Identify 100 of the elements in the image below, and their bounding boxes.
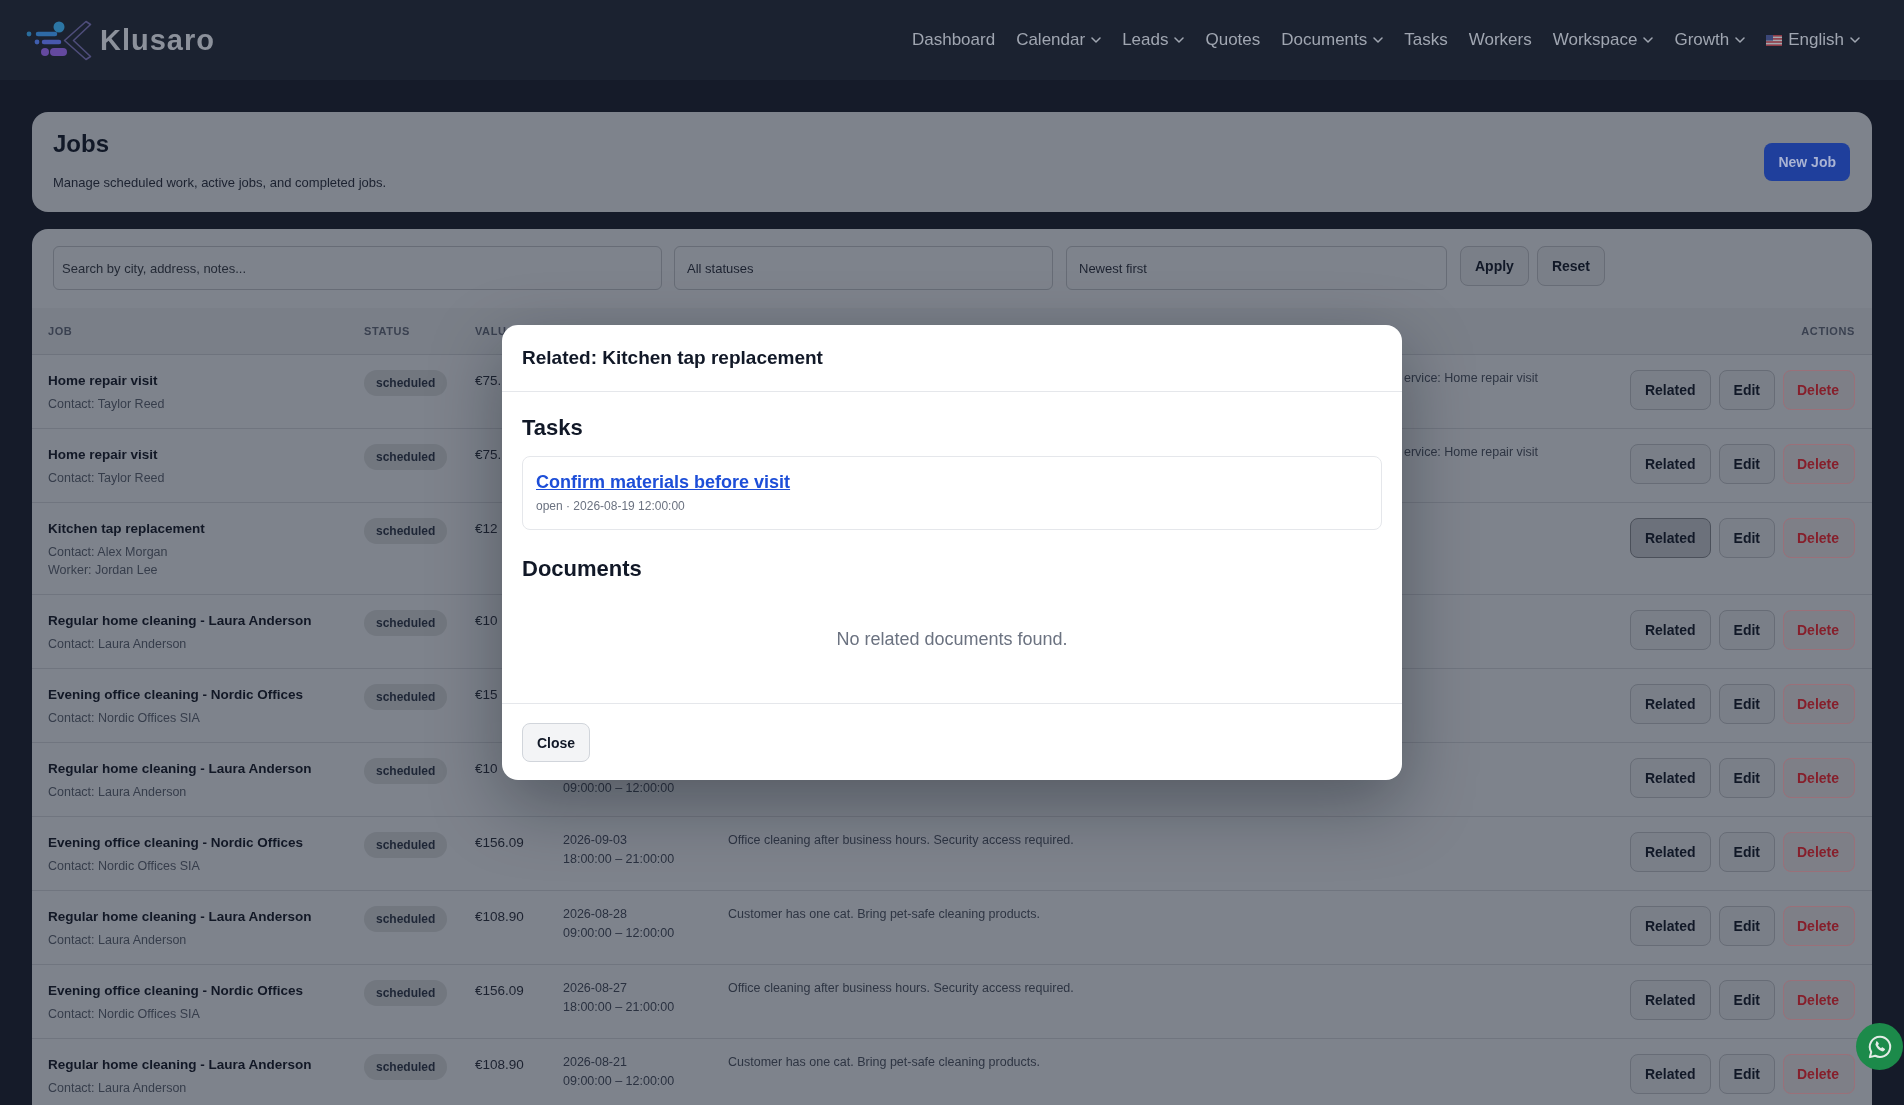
contact-text: Contact: Laura Anderson — [48, 784, 187, 801]
related-button[interactable]: Related — [1629, 518, 1711, 558]
job-value: €10 — [475, 760, 498, 778]
schedule-date: 2026-08-21 — [563, 1054, 627, 1071]
contact-text: Contact: Alex Morgan — [48, 544, 168, 561]
task-link[interactable]: Confirm materials before visit — [536, 470, 791, 494]
delete-button[interactable]: Delete — [1783, 980, 1855, 1020]
job-value: €10 — [475, 612, 498, 630]
edit-button[interactable]: Edit — [1718, 906, 1775, 946]
status-filter-select[interactable]: All statuses — [674, 246, 1053, 290]
related-button[interactable]: Related — [1629, 832, 1711, 872]
delete-button[interactable]: Delete — [1783, 444, 1855, 484]
contact-text: Contact: Taylor Reed — [48, 396, 165, 413]
nav-link[interactable]: Growth — [1674, 30, 1746, 50]
job-title: Evening office cleaning - Nordic Offices — [48, 834, 304, 852]
job-title: Regular home cleaning - Laura Anderson — [48, 908, 312, 926]
status-badge: scheduled — [364, 610, 448, 636]
nav-link[interactable]: Calendar — [1016, 30, 1102, 50]
column-header: JOB — [48, 325, 73, 337]
nav-link[interactable]: Leads — [1122, 30, 1185, 50]
related-button[interactable]: Related — [1629, 980, 1711, 1020]
close-button[interactable]: Close — [522, 723, 591, 762]
job-title: Regular home cleaning - Laura Anderson — [48, 1056, 312, 1074]
job-value: €75. — [475, 372, 502, 390]
nav-link[interactable]: Workspace — [1552, 30, 1654, 50]
delete-button[interactable]: Delete — [1783, 610, 1855, 650]
related-button[interactable]: Related — [1629, 444, 1711, 484]
schedule-time: 18:00:00 – 21:00:00 — [563, 851, 675, 868]
status-badge: scheduled — [364, 906, 448, 932]
apply-button[interactable]: Apply — [1460, 246, 1529, 286]
notes-text: ervice: Home repair visit — [1404, 370, 1539, 387]
column-header: ACTIONS — [1801, 325, 1855, 337]
delete-button[interactable]: Delete — [1783, 758, 1855, 798]
language-menu[interactable]: English — [1766, 30, 1860, 50]
notes-text: Office cleaning after business hours. Security access required. — [728, 980, 1074, 997]
empty-state-text: No related documents found. — [836, 628, 1068, 651]
delete-button[interactable]: Delete — [1783, 906, 1855, 946]
edit-button[interactable]: Edit — [1718, 980, 1775, 1020]
contact-text: Contact: Nordic Offices SIA — [48, 858, 200, 875]
logo-icon — [26, 19, 92, 61]
delete-button[interactable]: Delete — [1783, 832, 1855, 872]
edit-button[interactable]: Edit — [1718, 610, 1775, 650]
job-title: Evening office cleaning - Nordic Offices — [48, 982, 304, 1000]
edit-button[interactable]: Edit — [1718, 370, 1775, 410]
search-field[interactable]: Search by city, address, notes... — [53, 246, 662, 290]
edit-button[interactable]: Edit — [1718, 758, 1775, 798]
job-title: Evening office cleaning - Nordic Offices — [48, 686, 304, 704]
job-value: €108.90 — [475, 1056, 524, 1074]
nav-link[interactable]: Workers — [1468, 30, 1532, 50]
contact-text: Contact: Laura Anderson — [48, 1080, 187, 1097]
schedule-date: 2026-09-03 — [563, 832, 627, 849]
delete-button[interactable]: Delete — [1783, 518, 1855, 558]
contact-text: Contact: Taylor Reed — [48, 470, 165, 487]
nav-link[interactable]: Dashboard — [911, 30, 996, 50]
column-header: VALU — [475, 325, 507, 337]
job-value: €12 — [475, 520, 498, 538]
column-header: STATUS — [364, 325, 410, 337]
edit-button[interactable]: Edit — [1718, 1054, 1775, 1094]
status-badge: scheduled — [364, 980, 448, 1006]
nav-link[interactable]: Quotes — [1205, 30, 1261, 50]
edit-button[interactable]: Edit — [1718, 832, 1775, 872]
nav-link[interactable]: Tasks — [1404, 30, 1448, 50]
related-button[interactable]: Related — [1629, 684, 1711, 724]
job-title: Regular home cleaning - Laura Anderson — [48, 612, 312, 630]
page-subtitle: Manage scheduled work, active jobs, and completed jobs. — [53, 175, 387, 191]
worker-text: Worker: Jordan Lee — [48, 562, 158, 579]
job-value: €156.09 — [475, 982, 524, 1000]
edit-button[interactable]: Edit — [1718, 518, 1775, 558]
status-badge: scheduled — [364, 1054, 448, 1080]
section-heading: Tasks — [522, 414, 583, 442]
dialog-title: Related: Kitchen tap replacement — [522, 346, 823, 370]
delete-button[interactable]: Delete — [1783, 1054, 1855, 1094]
job-value: €15 — [475, 686, 498, 704]
notes-text: Customer has one cat. Bring pet-safe cleaning products. — [728, 906, 1040, 923]
delete-button[interactable]: Delete — [1783, 370, 1855, 410]
notes-text: Customer has one cat. Bring pet-safe cleaning products. — [728, 1054, 1040, 1071]
job-value: €75. — [475, 446, 502, 464]
job-title: Home repair visit — [48, 446, 158, 464]
reset-button[interactable]: Reset — [1536, 246, 1606, 286]
job-title: Home repair visit — [48, 372, 158, 390]
nav-link[interactable]: Documents — [1281, 30, 1384, 50]
new-job-button[interactable]: New Job — [1764, 143, 1850, 181]
related-button[interactable]: Related — [1629, 1054, 1711, 1094]
task-meta: open · 2026-08-19 12:00:00 — [536, 498, 685, 514]
related-button[interactable]: Related — [1629, 370, 1711, 410]
sort-select[interactable]: Newest first — [1066, 246, 1447, 290]
delete-button[interactable]: Delete — [1783, 684, 1855, 724]
edit-button[interactable]: Edit — [1718, 444, 1775, 484]
edit-button[interactable]: Edit — [1718, 684, 1775, 724]
related-button[interactable]: Related — [1629, 610, 1711, 650]
schedule-date: 2026-08-27 — [563, 980, 627, 997]
contact-text: Contact: Laura Anderson — [48, 932, 187, 949]
status-badge: scheduled — [364, 758, 448, 784]
flag-icon — [1766, 34, 1783, 46]
schedule-time: 18:00:00 – 21:00:00 — [563, 999, 675, 1016]
contact-text: Contact: Nordic Offices SIA — [48, 1006, 200, 1023]
job-value: €156.09 — [475, 834, 524, 852]
related-button[interactable]: Related — [1629, 758, 1711, 798]
schedule-time: 09:00:00 – 12:00:00 — [563, 781, 675, 796]
related-button[interactable]: Related — [1629, 906, 1711, 946]
